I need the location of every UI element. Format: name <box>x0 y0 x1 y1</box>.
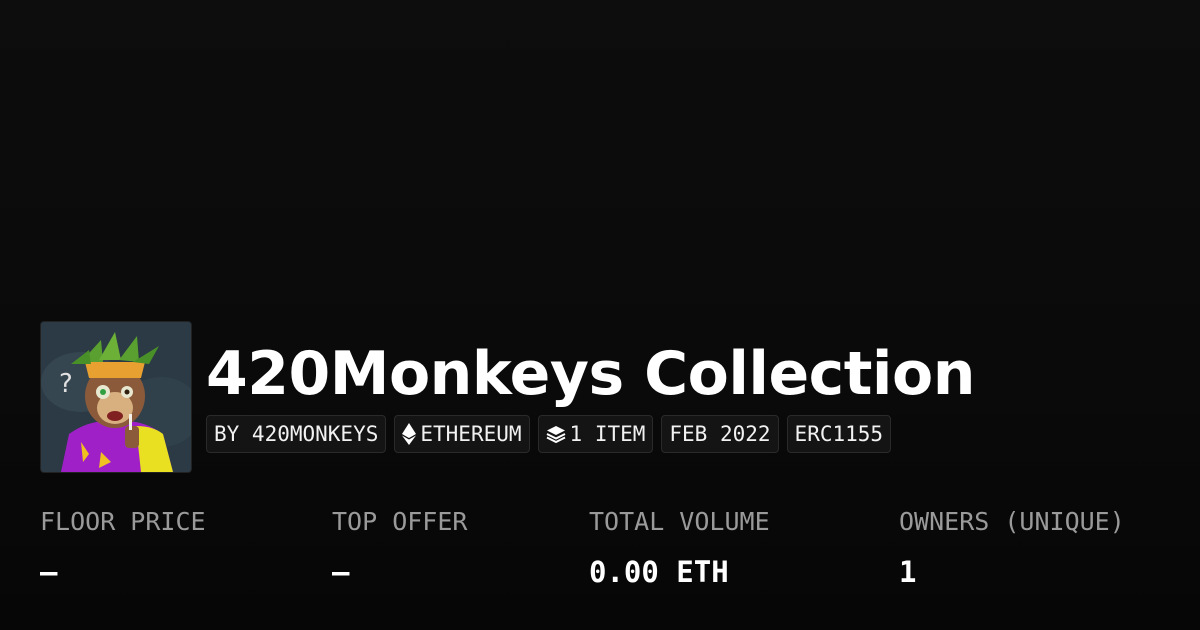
tag-standard-label: ERC1155 <box>794 422 884 446</box>
stat-owners-value: 1 <box>899 555 917 589</box>
tag-items: 1 ITEM <box>537 415 654 453</box>
stat-floor-price-value: — <box>40 555 58 589</box>
tag-chain: ETHEREUM <box>394 415 530 453</box>
stat-total-volume: TOTAL VOLUME 0.00 ETH <box>589 504 770 590</box>
stat-total-volume-label: TOTAL VOLUME <box>589 507 770 536</box>
svg-text:?: ? <box>59 369 73 399</box>
stat-top-offer-label: TOP OFFER <box>332 507 468 536</box>
tag-items-label: 1 ITEM <box>569 422 646 446</box>
collection-tags: BY 420MONKEYS ETHEREUM 1 ITEM FEB 2022 E… <box>206 415 892 453</box>
tag-chain-label: ETHEREUM <box>420 422 522 446</box>
stat-owners: OWNERS (UNIQUE) 1 <box>899 504 1125 590</box>
tag-date: FEB 2022 <box>661 415 779 453</box>
tag-creator[interactable]: BY 420MONKEYS <box>206 415 387 453</box>
stat-floor-price-label: FLOOR PRICE <box>40 507 206 536</box>
stat-owners-label: OWNERS (UNIQUE) <box>899 507 1125 536</box>
collection-avatar: ? <box>40 321 192 473</box>
collection-title: 420Monkeys Collection <box>206 339 975 409</box>
tag-date-label: FEB 2022 <box>669 422 771 446</box>
stat-floor-price: FLOOR PRICE — <box>40 504 206 590</box>
monkey-avatar-image: ? <box>41 322 191 472</box>
ethereum-icon <box>402 423 417 445</box>
tag-standard: ERC1155 <box>786 415 892 453</box>
stat-top-offer-value: — <box>332 555 350 589</box>
tag-creator-label: BY 420MONKEYS <box>214 422 379 446</box>
stat-top-offer: TOP OFFER — <box>332 504 467 590</box>
stat-total-volume-value: 0.00 ETH <box>589 555 729 589</box>
layers-icon <box>546 424 566 444</box>
